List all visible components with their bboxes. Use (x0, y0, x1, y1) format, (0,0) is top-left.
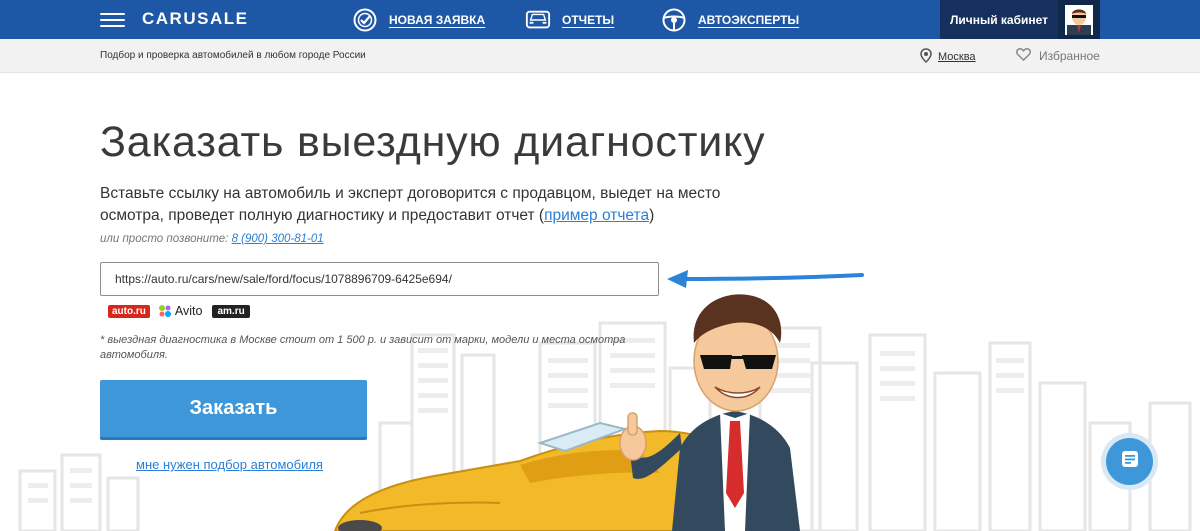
car-front-icon (525, 7, 551, 33)
description-text: Вставьте ссылку на автомобиль и эксперт … (100, 183, 730, 227)
car-url-input[interactable] (100, 262, 659, 296)
nav-link-new-request[interactable]: НОВАЯ ЗАЯВКА (389, 13, 485, 27)
car-selection-link[interactable]: мне нужен подбор автомобиля (136, 457, 323, 472)
tagline: Подбор и проверка автомобилей в любом го… (100, 50, 366, 61)
nav-link-experts[interactable]: АВТОЭКСПЕРТЫ (698, 13, 799, 27)
description-end: ) (649, 207, 655, 224)
city-name[interactable]: Москва (938, 51, 976, 63)
price-note: * выездная диагностика в Москве стоит от… (100, 334, 626, 361)
call-line: или просто позвоните: 8 (900) 300-81-01 (100, 233, 324, 245)
avito-label: Avito (174, 304, 203, 318)
menu-icon[interactable] (100, 13, 125, 27)
location-pin-icon (920, 48, 932, 66)
page-title: Заказать выездную диагностику (100, 118, 766, 166)
favorites-label[interactable]: Избранное (1039, 49, 1100, 63)
nav-item-experts[interactable]: АВТОЭКСПЕРТЫ (661, 0, 799, 39)
nav-item-reports[interactable]: ОТЧЕТЫ (525, 0, 614, 39)
sample-report-link[interactable]: пример отчета (544, 207, 649, 224)
avito-logo: Avito (158, 304, 203, 318)
check-circle-icon (352, 7, 378, 33)
chat-icon (1120, 449, 1140, 474)
supported-sites: auto.ru Avito am.ru (108, 304, 250, 318)
avito-dots-icon (158, 305, 171, 317)
nav-link-reports[interactable]: ОТЧЕТЫ (562, 13, 614, 27)
phone-link[interactable]: 8 (900) 300-81-01 (232, 233, 324, 245)
personal-cabinet-button[interactable]: Личный кабинет (940, 0, 1058, 39)
page: CARUSALE НОВАЯ ЗАЯВКА ОТЧЕТЫ АВТОЭКСПЕРТ… (0, 0, 1200, 531)
brand-logo[interactable]: CARUSALE (142, 9, 248, 29)
nav-item-new-request[interactable]: НОВАЯ ЗАЯВКА (352, 0, 485, 39)
favorites-link[interactable]: Избранное (1016, 48, 1100, 64)
order-button[interactable]: Заказать (100, 380, 367, 440)
auto-ru-logo: auto.ru (108, 304, 150, 318)
am-ru-logo: am.ru (212, 304, 250, 318)
chat-button[interactable] (1106, 438, 1153, 485)
top-navbar: CARUSALE НОВАЯ ЗАЯВКА ОТЧЕТЫ АВТОЭКСПЕРТ… (0, 0, 1200, 39)
info-bar: Подбор и проверка автомобилей в любом го… (0, 39, 1200, 73)
heart-icon (1016, 48, 1031, 64)
arrow-icon (667, 270, 864, 288)
city-selector[interactable]: Москва (920, 48, 976, 66)
steering-wheel-icon (661, 7, 687, 33)
call-label: или просто позвоните: (100, 233, 232, 245)
user-avatar-icon[interactable] (1058, 0, 1100, 39)
